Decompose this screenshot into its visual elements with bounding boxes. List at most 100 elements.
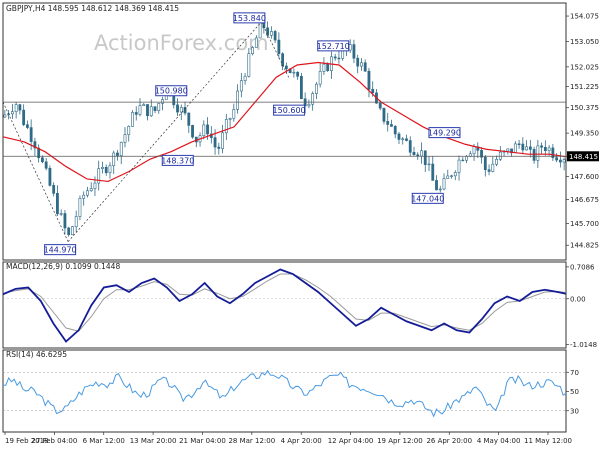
candle-body <box>138 105 142 115</box>
candle-body <box>315 83 318 94</box>
rsi-tick-label: 30 <box>570 407 579 415</box>
candle-body <box>281 53 285 67</box>
candle-body <box>29 127 33 142</box>
rsi-line <box>2 369 567 418</box>
price-tag-label: 148.415 <box>569 153 598 161</box>
candle-body <box>420 150 423 157</box>
candle-body <box>273 31 277 41</box>
candle-body <box>206 124 209 135</box>
annotation-label: 153.840 <box>233 14 266 23</box>
candle-body <box>228 117 232 120</box>
candle-body <box>292 71 296 74</box>
candle-body <box>427 163 431 166</box>
candle-body <box>251 47 254 54</box>
macd-lines <box>2 268 567 343</box>
price-tick-label: 153.050 <box>570 38 599 46</box>
annotation-label: 144.970 <box>44 246 77 255</box>
candle-body <box>431 163 435 181</box>
rsi-title: RSI(14) 46.6295 <box>6 350 67 359</box>
candle-body <box>142 104 146 106</box>
x-tick-label: 26 Apr 20:00 <box>426 437 472 445</box>
candle-body <box>540 145 544 148</box>
annotation-label: 150.980 <box>155 87 188 96</box>
candle-body <box>217 146 221 149</box>
candle-body <box>127 126 131 135</box>
candle-body <box>322 63 326 72</box>
candle-body <box>465 156 468 161</box>
candle-body <box>221 132 224 149</box>
rsi-tick-label: 50 <box>570 388 579 396</box>
candle-body <box>104 166 108 174</box>
candle-body <box>67 227 71 236</box>
candle-body <box>363 62 367 72</box>
candle-body <box>247 53 251 77</box>
macd-pane-border <box>2 261 567 349</box>
candle-body <box>397 133 401 140</box>
candle-body <box>277 39 281 54</box>
candle-body <box>555 157 559 161</box>
candle-body <box>472 146 476 155</box>
candle-body <box>390 124 393 127</box>
candle-body <box>18 104 22 111</box>
candle-body <box>269 31 273 36</box>
chart-svg: ActionForex.com GBPJPY,H4 148.595 148.61… <box>2 2 599 445</box>
candle-body <box>56 193 59 215</box>
trendline <box>2 102 69 242</box>
macd-y-axis: 0.7086 0.00 -1.0148 <box>566 263 597 349</box>
gbpjpy-chart: ActionForex.com GBPJPY,H4 148.595 148.61… <box>0 0 600 450</box>
candle-body <box>89 188 93 192</box>
candle-body <box>74 216 78 228</box>
candle-body <box>191 125 194 138</box>
candle-body <box>179 107 183 113</box>
candle-body <box>22 109 26 126</box>
price-tick-label: 154.075 <box>570 13 599 21</box>
candle-body <box>558 159 562 163</box>
price-tick-label: 149.350 <box>570 130 599 138</box>
x-tick-label: 21 Mar 04:00 <box>179 437 226 445</box>
candle-body <box>149 106 153 117</box>
macd-tick-label: -1.0148 <box>570 341 597 349</box>
x-tick-label: 4 Apr 20:00 <box>281 437 322 445</box>
time-x-axis: 19 Feb 201827 Feb 04:00 6 Mar 12:00 13 Mar… <box>4 432 572 445</box>
candle-body <box>59 213 63 215</box>
annotation-label: 152.710 <box>317 42 350 51</box>
candle-body <box>307 103 311 107</box>
x-tick-label: 12 Apr 04:00 <box>328 437 374 445</box>
price-tick-label: 152.025 <box>570 63 599 71</box>
candle-body <box>446 175 450 179</box>
candle-body <box>333 56 337 59</box>
candle-body <box>41 157 44 163</box>
candle-body <box>491 163 495 172</box>
candle-body <box>412 151 416 156</box>
candle-body <box>525 146 528 151</box>
candle-body <box>468 153 472 157</box>
candle-body <box>10 111 14 115</box>
price-candles <box>3 16 566 237</box>
price-tick-label: 146.675 <box>570 196 599 204</box>
candle-body <box>187 112 191 126</box>
candle-body <box>25 124 29 128</box>
candle-body <box>82 194 86 199</box>
candle-body <box>408 140 412 153</box>
candle-body <box>44 161 48 169</box>
candle-body <box>382 107 386 122</box>
candle-body <box>356 57 360 67</box>
candle-body <box>296 71 300 77</box>
price-tick-label: 144.825 <box>570 242 599 250</box>
candle-body <box>131 112 134 127</box>
candle-body <box>239 80 243 92</box>
candle-body <box>86 190 89 196</box>
candle-body <box>112 152 116 166</box>
candle-body <box>378 102 382 109</box>
candle-body <box>213 137 217 148</box>
candle-body <box>532 149 536 161</box>
x-tick-label: 28 Mar 12:00 <box>228 437 275 445</box>
candle-body <box>318 71 322 85</box>
candle-body <box>337 57 341 60</box>
x-tick-label: 19 Apr 12:00 <box>377 437 423 445</box>
candle-body <box>442 178 446 190</box>
candle-body <box>134 112 138 115</box>
candle-body <box>543 146 547 152</box>
price-tick-label: 145.700 <box>570 220 599 228</box>
candle-body <box>423 150 427 165</box>
